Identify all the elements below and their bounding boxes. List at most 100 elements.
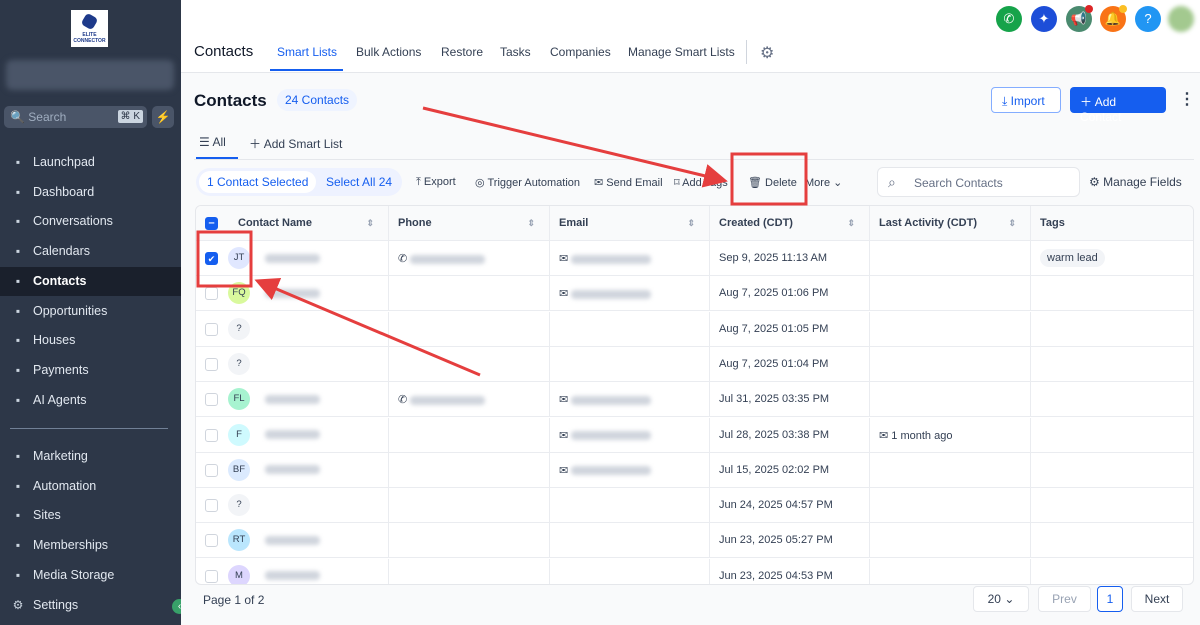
row-checkbox[interactable] bbox=[205, 534, 218, 548]
sidebar-item-opportunities[interactable]: ▪ Opportunities bbox=[0, 297, 181, 326]
sidebar-item-ai-agents[interactable]: ▪ AI Agents bbox=[0, 386, 181, 415]
sites-icon: ▪ bbox=[15, 508, 21, 523]
row-checkbox[interactable] bbox=[205, 499, 218, 513]
sidebar-item-sites[interactable]: ▪ Sites bbox=[0, 501, 181, 530]
avatar: ? bbox=[228, 352, 250, 375]
row-checkbox[interactable] bbox=[205, 393, 218, 407]
trigger-automation-button[interactable]: ◎ Trigger Automation bbox=[475, 176, 580, 189]
table-row[interactable]: ? Aug 7, 2025 01:05 PM bbox=[196, 311, 1193, 347]
select-all-checkbox[interactable]: – bbox=[205, 217, 218, 230]
column-last-activity[interactable]: Last Activity (CDT) ⇕ bbox=[870, 206, 1031, 241]
row-checkbox[interactable] bbox=[205, 428, 218, 442]
column-tags[interactable]: Tags bbox=[1031, 206, 1193, 241]
selection-bar: 1 Contact Selected Select All 24 bbox=[196, 168, 402, 196]
table-row[interactable]: BF ✉ Jul 15, 2025 02:02 PM bbox=[196, 452, 1193, 488]
row-checkbox[interactable] bbox=[205, 357, 218, 371]
add-smart-list-button[interactable]: ＋ Add Smart List bbox=[249, 135, 342, 152]
next-page-button[interactable]: Next bbox=[1131, 586, 1183, 612]
table-row[interactable]: FL ✆ ✉ Jul 31, 2025 03:35 PM bbox=[196, 382, 1193, 418]
sidebar-search[interactable]: 🔍 Search ⌘ K bbox=[4, 106, 147, 128]
contact-name-redacted[interactable] bbox=[265, 571, 320, 581]
search-contacts-input[interactable]: ⌕ Search Contacts bbox=[877, 167, 1080, 197]
table-row[interactable]: RT Jun 23, 2025 05:27 PM bbox=[196, 523, 1193, 559]
table-row[interactable]: ? Aug 7, 2025 01:04 PM bbox=[196, 346, 1193, 382]
column-created[interactable]: Created (CDT) ⇕ bbox=[710, 206, 870, 241]
sidebar-item-calendars[interactable]: ▪ Calendars bbox=[0, 237, 181, 266]
sidebar-divider bbox=[10, 428, 168, 429]
send-icon: ▪ bbox=[15, 449, 21, 463]
gear-icon[interactable]: ⚙ bbox=[760, 43, 774, 63]
tab-restore[interactable]: Restore bbox=[441, 45, 483, 59]
row-checkbox[interactable] bbox=[205, 569, 218, 583]
sidebar-item-payments[interactable]: ▪ Payments bbox=[0, 356, 181, 385]
delete-button[interactable]: 🗑 Delete bbox=[748, 176, 797, 189]
phone-icon: ✆ bbox=[398, 253, 408, 265]
export-button[interactable]: ⤒ Export bbox=[416, 176, 456, 189]
sidebar-item-houses[interactable]: ▪ Houses bbox=[0, 326, 181, 355]
row-checkbox[interactable] bbox=[205, 322, 218, 336]
contact-name-redacted[interactable] bbox=[265, 288, 320, 298]
avatar: ? bbox=[228, 317, 250, 340]
more-options-icon[interactable]: ⋮ bbox=[1179, 89, 1195, 109]
sidebar-item-contacts[interactable]: ▪ Contacts bbox=[0, 266, 181, 296]
phone-icon: ✆ bbox=[398, 394, 408, 407]
payments-icon: ▪ bbox=[15, 362, 21, 377]
phone-icon[interactable]: ✆ bbox=[996, 6, 1022, 32]
manage-fields-button[interactable]: ⚙ Manage Fields bbox=[1089, 175, 1182, 189]
contact-name-redacted[interactable] bbox=[265, 535, 320, 545]
row-checkbox[interactable]: ✔ bbox=[205, 252, 218, 265]
sparkle-icon[interactable]: ✦ bbox=[1031, 6, 1057, 32]
smart-list-tab-all[interactable]: ☰ All bbox=[199, 135, 226, 149]
sidebar-item-marketing[interactable]: ▪ Marketing bbox=[0, 442, 181, 471]
column-email[interactable]: Email ⇕ bbox=[550, 206, 710, 241]
table-row[interactable]: ✔ JT ✆ ✉ Sep 9, 2025 11:13 AM warm lead bbox=[196, 241, 1193, 276]
tab-companies[interactable]: Companies bbox=[550, 45, 611, 59]
created-date: Jul 31, 2025 03:35 PM bbox=[719, 393, 830, 406]
table-row[interactable]: M Jun 23, 2025 04:53 PM bbox=[196, 558, 1193, 584]
tab-tasks[interactable]: Tasks bbox=[500, 45, 531, 59]
media-icon: ▪ bbox=[15, 567, 21, 582]
send-email-button[interactable]: ✉ Send Email bbox=[594, 176, 663, 189]
sidebar-item-memberships[interactable]: ▪ Memberships bbox=[0, 531, 181, 560]
sidebar-item-automation[interactable]: ▪ Automation bbox=[0, 472, 181, 501]
tab-manage-smart-lists[interactable]: Manage Smart Lists bbox=[628, 45, 735, 59]
membership-icon: ▪ bbox=[15, 538, 21, 553]
table-row[interactable]: ? Jun 24, 2025 04:57 PM bbox=[196, 488, 1193, 524]
table-row[interactable]: FQ ✉ Aug 7, 2025 01:06 PM bbox=[196, 276, 1193, 312]
contact-name-redacted[interactable] bbox=[265, 394, 320, 404]
more-actions-dropdown[interactable]: More ⌄ bbox=[805, 176, 842, 189]
avatar[interactable] bbox=[1168, 6, 1194, 32]
sidebar-item-dashboard[interactable]: ▪ Dashboard bbox=[0, 178, 181, 207]
contact-name-redacted[interactable] bbox=[265, 430, 320, 440]
page-1-button[interactable]: 1 bbox=[1097, 586, 1123, 612]
tab-smart-lists[interactable]: Smart Lists bbox=[277, 45, 337, 59]
table-row[interactable]: F ✉ Jul 28, 2025 03:38 PM ✉ 1 month ago bbox=[196, 417, 1193, 453]
per-page-select[interactable]: 20 ⌄ bbox=[973, 586, 1029, 612]
quick-action-bolt-icon[interactable]: ⚡ bbox=[152, 106, 174, 128]
avatar: FQ bbox=[228, 282, 250, 305]
contact-name-redacted[interactable] bbox=[265, 465, 320, 475]
row-checkbox[interactable] bbox=[205, 287, 218, 301]
add-contact-button[interactable]: ＋ Add Contact bbox=[1070, 87, 1166, 124]
row-checkbox[interactable] bbox=[205, 463, 218, 477]
active-tab-indicator bbox=[270, 69, 343, 71]
column-phone[interactable]: Phone ⇕ bbox=[389, 206, 550, 241]
phone-redacted bbox=[410, 395, 486, 405]
column-contact-name[interactable]: Contact Name ⇕ bbox=[226, 206, 389, 241]
tab-bulk-actions[interactable]: Bulk Actions bbox=[356, 45, 421, 59]
megaphone-icon[interactable]: 📢 bbox=[1066, 5, 1093, 32]
sidebar-item-media-storage[interactable]: ▪ Media Storage bbox=[0, 561, 181, 590]
bell-icon[interactable]: 🔔 bbox=[1100, 5, 1127, 32]
company-logo[interactable]: ELITE CONNECTOR bbox=[71, 10, 108, 47]
sidebar-item-settings[interactable]: ⚙ Settings bbox=[0, 591, 181, 620]
opportunities-icon: ▪ bbox=[15, 303, 21, 318]
help-icon[interactable]: ? bbox=[1135, 6, 1161, 32]
account-switcher[interactable] bbox=[6, 60, 174, 90]
select-all-link[interactable]: Select All 24 bbox=[326, 175, 392, 189]
contact-name-redacted[interactable] bbox=[265, 253, 320, 263]
add-tags-button[interactable]: ⌑ Add Tags bbox=[674, 176, 728, 189]
prev-page-button[interactable]: Prev bbox=[1038, 586, 1091, 612]
import-button[interactable]: ⤓ Import bbox=[991, 87, 1061, 113]
sidebar-item-launchpad[interactable]: ▪ Launchpad bbox=[0, 148, 181, 177]
sidebar-item-conversations[interactable]: ▪ Conversations bbox=[0, 207, 181, 236]
